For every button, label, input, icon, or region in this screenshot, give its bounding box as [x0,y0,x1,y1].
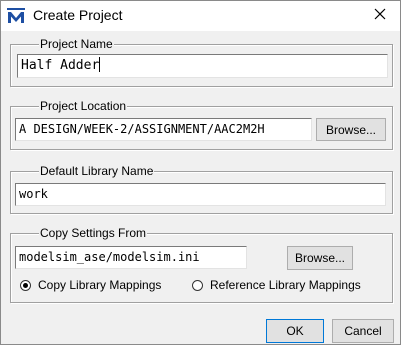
modelsim-m-icon [7,8,25,24]
reference-library-mappings-label: Reference Library Mappings [210,278,361,292]
project-name-legend: Project Name [39,36,114,52]
title-bar[interactable]: Create Project [1,1,400,31]
default-library-group: Default Library Name work [10,163,393,214]
copy-settings-group: Copy Settings From modelsim_ase/modelsim… [10,225,393,303]
project-location-input[interactable]: A DESIGN/WEEK-2/ASSIGNMENT/AAC2M2H [15,118,312,141]
radio-button-unselected [192,279,203,291]
radio-dot [23,282,28,288]
default-library-legend: Default Library Name [39,163,155,179]
default-library-input[interactable]: work [15,183,386,206]
project-location-group: Project Location A DESIGN/WEEK-2/ASSIGNM… [10,98,393,150]
project-name-value: Half Adder [21,58,100,73]
default-library-value: work [19,187,48,201]
ok-button[interactable]: OK [266,319,324,343]
project-location-browse-button[interactable]: Browse... [316,118,386,141]
project-location-legend: Project Location [39,98,128,114]
reference-library-mappings-radio[interactable]: Reference Library Mappings [192,278,361,292]
project-name-group: Project Name Half Adder [10,36,393,87]
copy-settings-browse-button[interactable]: Browse... [287,246,353,270]
close-button[interactable] [359,1,400,31]
project-name-input[interactable]: Half Adder [17,54,388,78]
text-caret [99,57,101,72]
project-location-value: A DESIGN/WEEK-2/ASSIGNMENT/AAC2M2H [19,122,265,136]
copy-settings-value: modelsim_ase/modelsim.ini [19,250,200,264]
radio-button-selected [20,279,31,291]
window-title: Create Project [33,7,123,23]
cancel-button[interactable]: Cancel [332,319,394,343]
create-project-dialog: Create Project Project Name Half Adder P… [0,0,401,345]
copy-settings-input[interactable]: modelsim_ase/modelsim.ini [15,246,247,269]
copy-library-mappings-label: Copy Library Mappings [38,278,162,292]
copy-settings-legend: Copy Settings From [39,225,148,241]
close-icon [374,7,386,25]
copy-library-mappings-radio[interactable]: Copy Library Mappings [20,278,161,292]
